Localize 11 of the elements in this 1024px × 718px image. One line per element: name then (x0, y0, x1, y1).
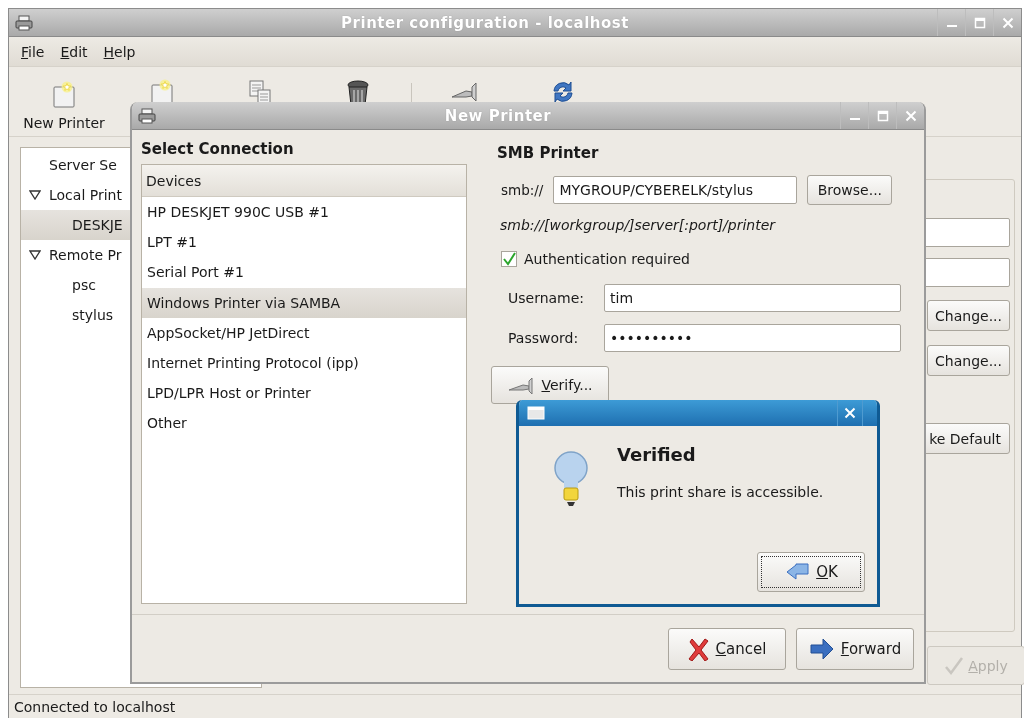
field-label: Password: (508, 329, 580, 346)
field-label: Username: (508, 289, 586, 306)
field-label: smb:// (501, 182, 544, 198)
section-heading: Select Connection (141, 140, 295, 160)
section-heading: SMB Printer (497, 144, 600, 164)
dialog-title: New Printer (443, 106, 553, 125)
status-bar: Connected to localhost (9, 694, 1021, 718)
uri-hint: smb://[workgroup/]server[:port]/printer (499, 216, 776, 235)
message-text: This print share is accessible. (617, 484, 825, 500)
window-title: Printer configuration - localhost (340, 13, 630, 32)
message-heading: Verified (617, 444, 697, 467)
